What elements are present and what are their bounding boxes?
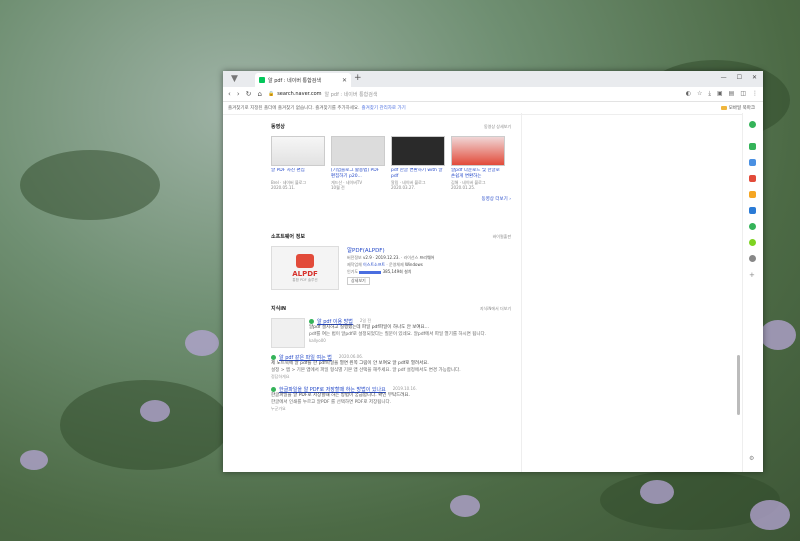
address-bar: ‹ › ↻ ⌂ 🔒 search.naver.com 알 pdf : 네이버 통… [223,87,763,102]
tab-active[interactable]: 알 pdf : 네이버 통합검색 ✕ [255,73,351,87]
maximize-icon[interactable]: ☐ [737,74,742,81]
video-header: 동영상 [271,124,285,130]
close-window-icon[interactable]: ✕ [752,74,757,81]
software-name[interactable]: 알PDF(ALPDF) [347,246,434,254]
reload-icon[interactable]: ↻ [246,90,252,98]
sync-icon[interactable]: ◫ [740,90,746,98]
naver-favicon-icon [259,77,265,83]
add-panel-icon[interactable]: + [749,271,756,279]
video-more[interactable]: 동영상 상세보기 [484,124,511,130]
panel-app-icon[interactable] [749,207,756,214]
side-panel: + ⚙ [742,113,763,472]
mobile-bookmark[interactable]: 모바일 북마크 [720,105,755,111]
popularity-bar [359,270,382,274]
question-icon [271,387,276,392]
browser-window: ▼ 알 pdf : 네이버 통합검색 ✕ + — ☐ ✕ ‹ › ↻ ⌂ 🔒 s… [223,71,763,472]
panel-app-icon[interactable] [749,159,756,166]
panel-app-icon[interactable] [749,223,756,230]
tab-bar: ▼ 알 pdf : 네이버 통합검색 ✕ + — ☐ ✕ [223,71,763,87]
url-path: 알 pdf : 네이버 통합검색 [324,91,378,98]
scrollbar[interactable] [737,355,740,415]
question-icon [271,355,276,360]
panel-app-icon[interactable] [749,175,756,182]
software-header: 소프트웨어 정보 [271,234,305,240]
bookmark-star-icon[interactable]: ☆ [697,90,702,98]
software-image[interactable]: ALPDF 통합 PDF 솔루션 [271,246,339,290]
bookmark-manager-link[interactable]: 즐겨찾기 관리자로 가기 [362,105,406,111]
kin-item[interactable]: 한글파일을 알 PDF로 저장할때 하는 방법이 있나요 2019.10.16. … [271,386,511,412]
video-section: 동영상 동영상 상세보기 알 PDF 사진 편집 Brel · 네이버 블로그 … [271,123,511,202]
back-icon[interactable]: ‹ [228,90,231,98]
alpdf-robot-icon [296,253,314,268]
kin-item[interactable]: 알 pdf 이용 방법 2일 전 알pdf 설치하고 실행했는데 파일 pdf파일… [271,318,511,348]
settings-gear-icon[interactable]: ⚙ [749,455,756,462]
panel-app-icon[interactable] [749,191,756,198]
kin-section: 지식iN 지식iN에서 더보기 알 pdf 이용 방법 2일 전 알pdf 설치하… [271,305,511,412]
column-divider [521,113,522,472]
video-thumbnail[interactable] [331,136,385,166]
url-domain: search.naver.com [277,91,322,97]
video-card[interactable]: 알pdf 다운로드 및 한글로 손쉽게 변환하는 김해 · 네이버 블로그 20… [451,136,505,190]
panel-app-icon[interactable] [749,121,756,128]
software-detail-button[interactable]: 상세보기 [347,277,370,285]
close-tab-icon[interactable]: ✕ [342,77,347,84]
download-icon[interactable]: ⤓ [708,90,711,98]
extensions-icon[interactable]: ⋮ [752,90,758,98]
notes-icon[interactable]: ▤ [729,90,735,98]
video-card[interactable]: pdf 한글 변환하기 with 알pdf 알림 · 네이버 블로그 2020.… [391,136,445,190]
home-icon[interactable]: ⌂ [258,90,262,98]
software-section: 소프트웨어 정보 바이럴출판 ALPDF 통합 PDF 솔루션 알PDF(ALP… [271,233,511,290]
panel-app-icon[interactable] [749,239,756,246]
capture-icon[interactable]: ▣ [717,90,723,98]
software-more[interactable]: 바이럴출판 [493,234,511,240]
video-card[interactable]: [기업블로그 활용법] PDF 편집하기 p20... 게드산 · 네이버TV … [331,136,385,190]
video-thumbnail[interactable] [451,136,505,166]
folder-icon [720,106,727,110]
question-icon [309,319,314,324]
kin-thumbnail[interactable] [271,318,305,348]
bookmark-hint: 즐겨찾기로 지정된 폴더에 즐겨찾기 없습니다. 즐겨찾기를 추가하세요. [228,106,360,111]
tab-title: 알 pdf : 네이버 통합검색 [268,77,321,84]
kin-item[interactable]: 알 pdf 같은 파일 여는 법 2020.06.06. 제 노트북에 알 pdf… [271,354,511,380]
lock-icon: 🔒 [267,91,275,97]
shield-icon[interactable]: ◐ [686,90,691,98]
kin-more[interactable]: 지식iN에서 더보기 [480,306,511,312]
page-content: 동영상 동영상 상세보기 알 PDF 사진 편집 Brel · 네이버 블로그 … [223,113,743,472]
new-tab-icon[interactable]: + [354,73,362,83]
video-thumbnail[interactable] [391,136,445,166]
url-field[interactable]: 🔒 search.naver.com 알 pdf : 네이버 통합검색 [268,91,680,98]
video-card[interactable]: 알 PDF 사진 편집 Brel · 네이버 블로그 2020.05.11. [271,136,325,190]
forward-icon[interactable]: › [237,90,240,98]
panel-app-icon[interactable] [749,255,756,262]
video-more-link[interactable]: 동영상 더보기 › [271,196,512,202]
kin-header: 지식iN [271,306,287,312]
minimize-icon[interactable]: — [721,74,727,81]
video-thumbnail[interactable] [271,136,325,166]
vivaldi-logo-icon[interactable]: ▼ [231,74,241,84]
panel-app-icon[interactable] [749,143,756,150]
